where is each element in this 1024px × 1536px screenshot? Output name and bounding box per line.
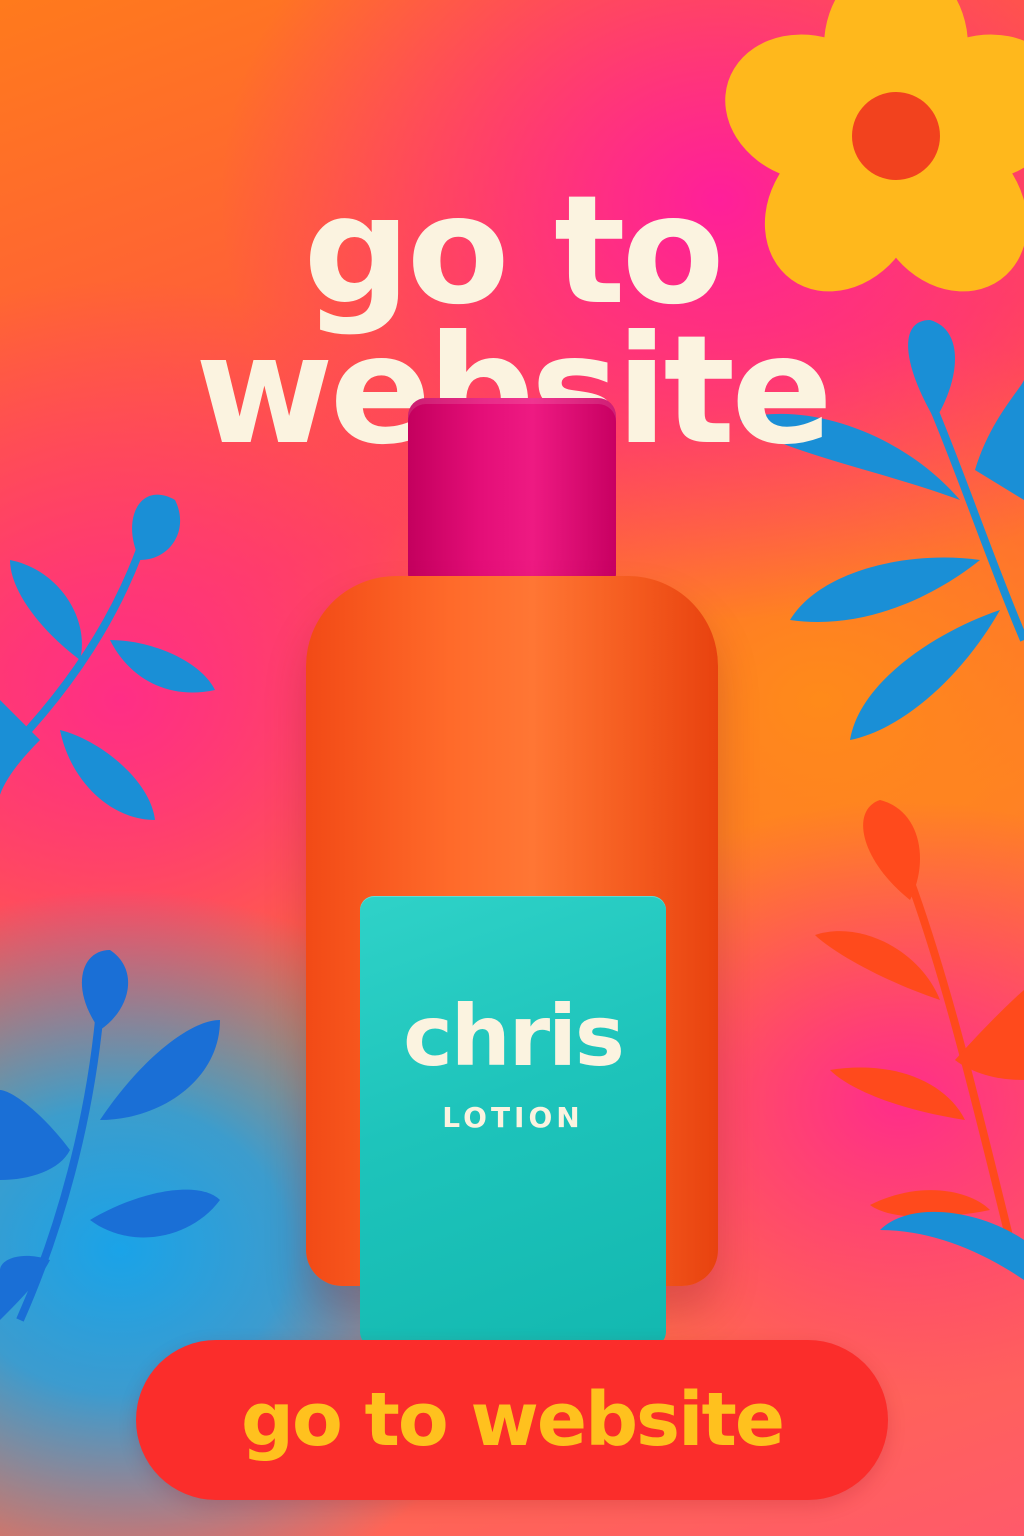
bottle-cap (408, 398, 616, 582)
bottle-label: chris LOTION (360, 896, 666, 1346)
bottle-body: chris LOTION (306, 576, 718, 1346)
headline-line-1: go to (303, 163, 724, 338)
lotion-bottle: chris LOTION (306, 398, 718, 1346)
leaf-branch-icon (815, 800, 1024, 1241)
poster: go to website chris LOTION go to website (0, 0, 1024, 1536)
go-to-website-button[interactable]: go to website (136, 1340, 888, 1500)
go-to-website-label: go to website (240, 1377, 785, 1463)
brand-name: chris (403, 987, 625, 1085)
leaf-branch-icon (0, 950, 220, 1322)
leaf-branch-icon (0, 494, 215, 820)
product-name: LOTION (442, 1101, 584, 1134)
